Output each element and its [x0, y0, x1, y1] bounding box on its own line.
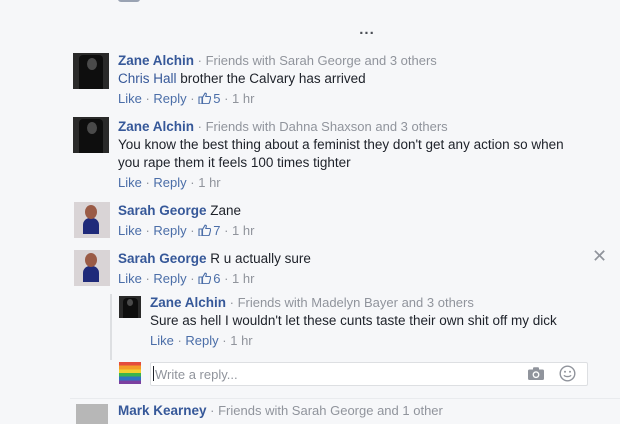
comment-actions: Like · Reply · 5 · 1 hr: [118, 91, 255, 106]
comment: Mark Kearney · Friends with Sarah George…: [76, 402, 616, 424]
like-count[interactable]: 5: [198, 91, 220, 106]
text-cursor: [153, 366, 154, 381]
timestamp[interactable]: 1 hr: [232, 223, 254, 238]
like-count[interactable]: 6: [198, 271, 220, 286]
like-link[interactable]: Like: [118, 271, 142, 286]
like-link[interactable]: Like: [118, 223, 142, 238]
avatar[interactable]: [74, 202, 110, 238]
like-count[interactable]: 7: [198, 223, 220, 238]
reply-thread-line: [110, 294, 112, 360]
reply-link[interactable]: Reply: [153, 175, 186, 190]
comment-text: Sure as hell I wouldn't let these cunts …: [150, 313, 557, 328]
comment-actions: Like · Reply · 1 hr: [150, 333, 253, 348]
reply-comment: Zane Alchin · Friends with Madelyn Bayer…: [150, 294, 590, 350]
comment-author[interactable]: Zane Alchin: [118, 119, 194, 134]
thumbs-up-icon: [198, 92, 212, 104]
avatar[interactable]: [119, 296, 141, 318]
comment-text: Zane: [206, 203, 242, 218]
reply-link[interactable]: Reply: [153, 223, 186, 238]
reply-link[interactable]: Reply: [185, 333, 218, 348]
comment-text: brother the Calvary has arrived: [176, 71, 366, 86]
comment-author[interactable]: Zane Alchin: [118, 53, 194, 68]
comment-text: you rape them it feels 100 times tighter: [118, 155, 351, 170]
comment: Zane Alchin · Friends with Sarah George …: [118, 52, 598, 108]
timestamp[interactable]: 1 hr: [230, 333, 252, 348]
avatar[interactable]: [73, 53, 109, 89]
close-icon[interactable]: ✕: [592, 247, 607, 265]
divider: [70, 398, 620, 399]
thumbs-up-icon: [198, 224, 212, 236]
comment-friends-meta: · Friends with Madelyn Bayer and 3 other…: [226, 295, 474, 310]
comment-author[interactable]: Zane Alchin: [150, 295, 226, 310]
like-link[interactable]: Like: [118, 175, 142, 190]
comment-actions: Like · Reply · 1 hr: [118, 175, 221, 190]
avatar[interactable]: [76, 404, 108, 424]
comment-author[interactable]: Sarah George: [118, 203, 207, 218]
current-user-avatar: [119, 362, 141, 384]
timestamp[interactable]: 1 hr: [232, 271, 254, 286]
comment-actions: Like · Reply · 6 · 1 hr: [118, 271, 255, 286]
comment-text: You know the best thing about a feminist…: [118, 137, 564, 152]
timestamp[interactable]: 1 hr: [198, 175, 220, 190]
avatar[interactable]: [74, 250, 110, 286]
comments-panel: ... Zane Alchin · Friends with Sarah Geo…: [0, 0, 620, 424]
mention-link[interactable]: Chris Hall: [118, 71, 177, 86]
comment-author[interactable]: Mark Kearney: [118, 403, 207, 418]
previous-comment-avatar-stub: [118, 0, 140, 2]
comment: Zane Alchin · Friends with Dahna Shaxson…: [118, 118, 608, 192]
like-link[interactable]: Like: [118, 91, 142, 106]
comment-text: R u actually sure: [206, 251, 311, 266]
comment: Sarah George Zane Like · Reply · 7 · 1 h…: [118, 202, 598, 240]
camera-icon[interactable]: [527, 366, 545, 381]
reply-composer: [150, 362, 588, 386]
more-comments-indicator[interactable]: ...: [352, 22, 382, 37]
smiley-icon[interactable]: [559, 365, 576, 382]
comment-friends-meta: · Friends with Dahna Shaxson and 3 other…: [194, 119, 448, 134]
like-link[interactable]: Like: [150, 333, 174, 348]
timestamp[interactable]: 1 hr: [232, 91, 254, 106]
reply-link[interactable]: Reply: [153, 271, 186, 286]
thumbs-up-icon: [198, 272, 212, 284]
comment-friends-meta: · Friends with Sarah George and 1 other: [206, 403, 443, 418]
comment: Sarah George R u actually sure Like · Re…: [118, 250, 578, 288]
comment-actions: Like · Reply · 7 · 1 hr: [118, 223, 255, 238]
reply-input[interactable]: [155, 365, 515, 383]
reply-link[interactable]: Reply: [153, 91, 186, 106]
comment-author[interactable]: Sarah George: [118, 251, 207, 266]
avatar[interactable]: [73, 117, 109, 153]
comment-friends-meta: · Friends with Sarah George and 3 others: [194, 53, 437, 68]
